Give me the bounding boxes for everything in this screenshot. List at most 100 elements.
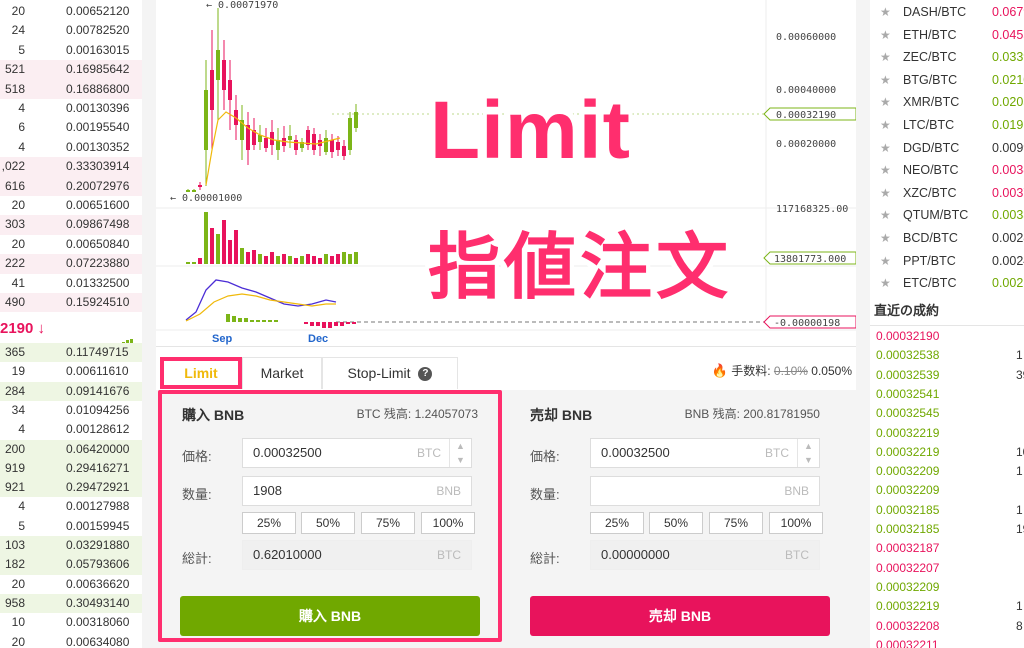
ask-qty: 490 [4, 295, 25, 309]
buy-pct-100[interactable]: 100% [421, 512, 475, 534]
trade-price: 0.00032211 [876, 637, 939, 648]
ask-row[interactable]: 20 0.00650840 [0, 235, 142, 254]
price-stepper[interactable]: ▲ ▼ [797, 439, 819, 467]
ask-row[interactable]: 20 0.00652120 [0, 2, 142, 21]
ask-row[interactable]: 303 0.09867498 [0, 215, 142, 235]
ask-row[interactable]: 518 0.16886800 [0, 79, 142, 99]
bid-row[interactable]: 284 0.09141676 [0, 381, 142, 401]
market-row[interactable]: ★ ETC/BTC 0.0021 [870, 272, 1024, 295]
trade-history: 0.000321900.0003253810.00032539390.00032… [870, 326, 1024, 648]
star-icon[interactable]: ★ [880, 182, 891, 205]
ask-row[interactable]: 20 0.00651600 [0, 196, 142, 215]
star-icon[interactable]: ★ [880, 114, 891, 137]
star-icon[interactable]: ★ [880, 1, 891, 24]
ask-row[interactable]: 616 0.20072976 [0, 176, 142, 196]
volume-bar [222, 220, 226, 264]
buy-button[interactable]: 購入 BNB [180, 596, 480, 636]
star-icon[interactable]: ★ [880, 159, 891, 182]
buy-price-input[interactable]: 0.00032500 BTC ▲ ▼ [242, 438, 472, 468]
bid-row[interactable]: 919 0.29416271 [0, 458, 142, 479]
volume-current-label: 13801773.000 [774, 254, 846, 265]
market-row[interactable]: ★ BTG/BTC 0.0210 [870, 69, 1024, 92]
ask-row[interactable]: 4 0.00130396 [0, 99, 142, 118]
price-stepper[interactable]: ▲ ▼ [449, 439, 471, 467]
bid-row[interactable]: 4 0.00128612 [0, 420, 142, 439]
star-icon[interactable]: ★ [880, 227, 891, 250]
market-row[interactable]: ★ PPT/BTC 0.0024 [870, 250, 1024, 273]
star-icon[interactable]: ★ [880, 204, 891, 227]
sell-price-unit: BTC [765, 446, 789, 460]
trade-row: 0.00032209 1 [876, 462, 1024, 481]
sell-pct-100[interactable]: 100% [769, 512, 823, 534]
trade-price: 0.00032545 [876, 406, 940, 421]
bid-row[interactable]: 200 0.06420000 [0, 439, 142, 459]
chevron-up-icon[interactable]: ▲ [798, 439, 819, 453]
bid-row[interactable]: 958 0.30493140 [0, 593, 142, 614]
bid-row[interactable]: 103 0.03291880 [0, 536, 142, 556]
market-row[interactable]: ★ NEO/BTC 0.0038 [870, 159, 1024, 182]
ask-row[interactable]: ,022 0.33303914 [0, 157, 142, 177]
star-icon[interactable]: ★ [880, 69, 891, 92]
tab-market[interactable]: Market [242, 357, 322, 389]
bid-total: 0.03291880 [66, 538, 130, 552]
buy-pct-75[interactable]: 75% [361, 512, 415, 534]
bid-total: 0.00634080 [66, 634, 130, 648]
sell-amount-input[interactable]: BNB [590, 476, 820, 506]
help-icon[interactable]: ? [418, 367, 433, 382]
market-row[interactable]: ★ ETH/BTC 0.0455 [870, 24, 1024, 47]
market-row[interactable]: ★ XZC/BTC 0.0037 [870, 182, 1024, 205]
buy-amount-input[interactable]: 1908 BNB [242, 476, 472, 506]
buy-pct-25[interactable]: 25% [242, 512, 296, 534]
sell-button[interactable]: 売却 BNB [530, 596, 830, 636]
bid-row[interactable]: 20 0.00634080 [0, 633, 142, 648]
star-icon[interactable]: ★ [880, 272, 891, 295]
bid-row[interactable]: 365 0.11749715 [0, 343, 142, 363]
market-row[interactable]: ★ XMR/BTC 0.0205 [870, 91, 1024, 114]
volume-bar [336, 254, 340, 264]
tab-limit[interactable]: Limit [160, 357, 242, 389]
bid-row[interactable]: 20 0.00636620 [0, 575, 142, 594]
ask-row[interactable]: 490 0.15924510 [0, 293, 142, 313]
volume-bar [270, 252, 274, 264]
trade-price: 0.00032209 [876, 579, 940, 594]
sell-pct-25[interactable]: 25% [590, 512, 644, 534]
chevron-down-icon[interactable]: ▼ [798, 453, 819, 467]
ask-row[interactable]: 521 0.16985642 [0, 60, 142, 80]
ask-row[interactable]: 6 0.00195540 [0, 118, 142, 137]
bid-row[interactable]: 19 0.00611610 [0, 362, 142, 381]
trade-amount: 1 [1016, 464, 1023, 479]
ask-row[interactable]: 24 0.00782520 [0, 21, 142, 40]
trade-amount: 8 [1016, 618, 1023, 633]
star-icon[interactable]: ★ [880, 137, 891, 160]
market-row[interactable]: ★ QTUM/BTC 0.0033 [870, 204, 1024, 227]
market-row[interactable]: ★ LTC/BTC 0.0191 [870, 114, 1024, 137]
star-icon[interactable]: ★ [880, 91, 891, 114]
market-row[interactable]: ★ BCD/BTC 0.0028 [870, 227, 1024, 250]
star-icon[interactable]: ★ [880, 46, 891, 69]
bid-row[interactable]: 182 0.05793606 [0, 555, 142, 575]
star-icon[interactable]: ★ [880, 24, 891, 47]
sell-price-input[interactable]: 0.00032500 BTC ▲ ▼ [590, 438, 820, 468]
bid-row[interactable]: 10 0.00318060 [0, 613, 142, 632]
ask-row[interactable]: 222 0.07223880 [0, 254, 142, 274]
market-row[interactable]: ★ DGD/BTC 0.0099 [870, 137, 1024, 160]
ask-row[interactable]: 5 0.00163015 [0, 41, 142, 60]
ask-row[interactable]: 41 0.01332500 [0, 274, 142, 293]
ask-row[interactable]: 4 0.00130352 [0, 138, 142, 157]
sell-pct-50[interactable]: 50% [649, 512, 703, 534]
x-tick-label: Sep [212, 333, 232, 345]
buy-pct-50[interactable]: 50% [301, 512, 355, 534]
tab-stop-limit[interactable]: Stop-Limit ? [322, 357, 458, 389]
sell-pct-75[interactable]: 75% [709, 512, 763, 534]
volume-bar [324, 254, 328, 264]
bid-row[interactable]: 921 0.29472921 [0, 478, 142, 498]
bid-row[interactable]: 4 0.00127988 [0, 497, 142, 516]
chevron-up-icon[interactable]: ▲ [450, 439, 471, 453]
market-row[interactable]: ★ DASH/BTC 0.0679 [870, 1, 1024, 24]
market-row[interactable]: ★ ZEC/BTC 0.0339 [870, 46, 1024, 69]
bid-row[interactable]: 34 0.01094256 [0, 401, 142, 420]
market-pair: PPT/BTC [903, 253, 956, 268]
bid-row[interactable]: 5 0.00159945 [0, 517, 142, 536]
chevron-down-icon[interactable]: ▼ [450, 453, 471, 467]
star-icon[interactable]: ★ [880, 250, 891, 273]
